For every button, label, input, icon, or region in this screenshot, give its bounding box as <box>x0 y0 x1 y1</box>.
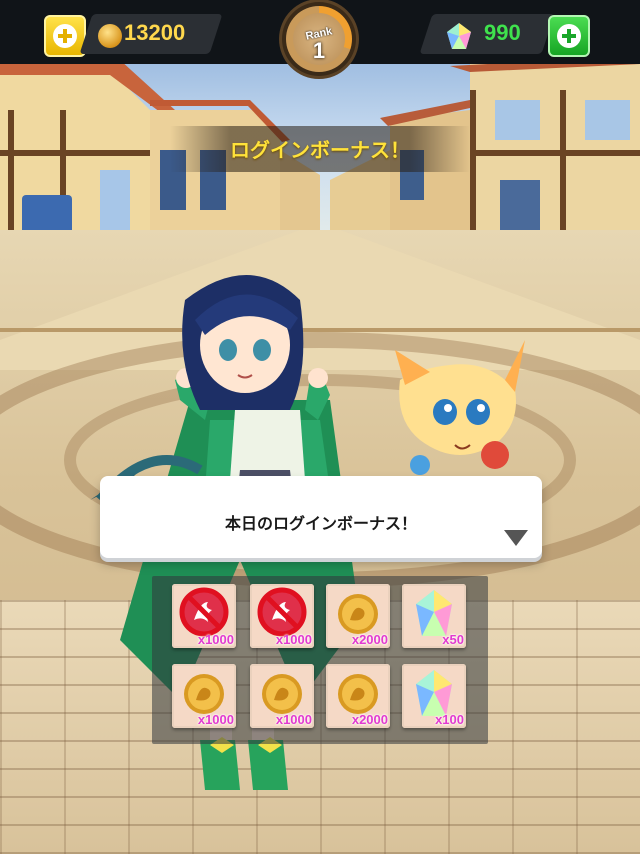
triangle-down-icon[interactable] <box>504 530 528 546</box>
plus-icon <box>53 24 77 48</box>
bonus-quantity: x2000 <box>351 632 388 647</box>
bonus-day-cell[interactable]: x1000 <box>250 664 314 728</box>
login-bonus-title: ログインボーナス！ <box>230 138 410 162</box>
gem-icon <box>447 23 471 49</box>
bonus-quantity: x1000 <box>197 632 234 647</box>
bonus-quantity: x2000 <box>351 712 388 727</box>
coin-count: 13200 <box>124 20 186 45</box>
bonus-day-cell[interactable]: x2000 <box>326 664 390 728</box>
bonus-day-cell[interactable]: x1000 <box>172 664 236 728</box>
bonus-quantity: x1000 <box>197 712 234 727</box>
bonus-day-cell[interactable]: x2000 <box>326 584 390 648</box>
coin-icon <box>98 24 122 48</box>
plus-icon <box>557 24 581 48</box>
dialog-message: 本日のログインボーナス！ <box>224 514 417 533</box>
bonus-day-cell[interactable]: x1000 <box>172 584 236 648</box>
bonus-day-cell[interactable]: x1000 <box>250 584 314 648</box>
rank-value: 1 <box>312 38 326 63</box>
bonus-quantity: x50 <box>442 632 464 647</box>
bonus-quantity: x1000 <box>275 632 312 647</box>
rank-badge[interactable]: Rank 1 <box>282 2 356 76</box>
bonus-day-cell[interactable]: x50 <box>402 584 466 648</box>
add-gems-button[interactable] <box>548 15 590 57</box>
bonus-day-cell[interactable]: x100 <box>402 664 466 728</box>
top-status-bar: 13200 990 Rank 1 <box>0 0 640 76</box>
bonus-quantity: x1000 <box>275 712 312 727</box>
message-dialog[interactable]: 本日のログインボーナス！ <box>100 476 542 558</box>
bonus-quantity: x100 <box>435 712 464 727</box>
gem-count: 990 <box>484 20 521 45</box>
fox-creature <box>395 340 525 475</box>
